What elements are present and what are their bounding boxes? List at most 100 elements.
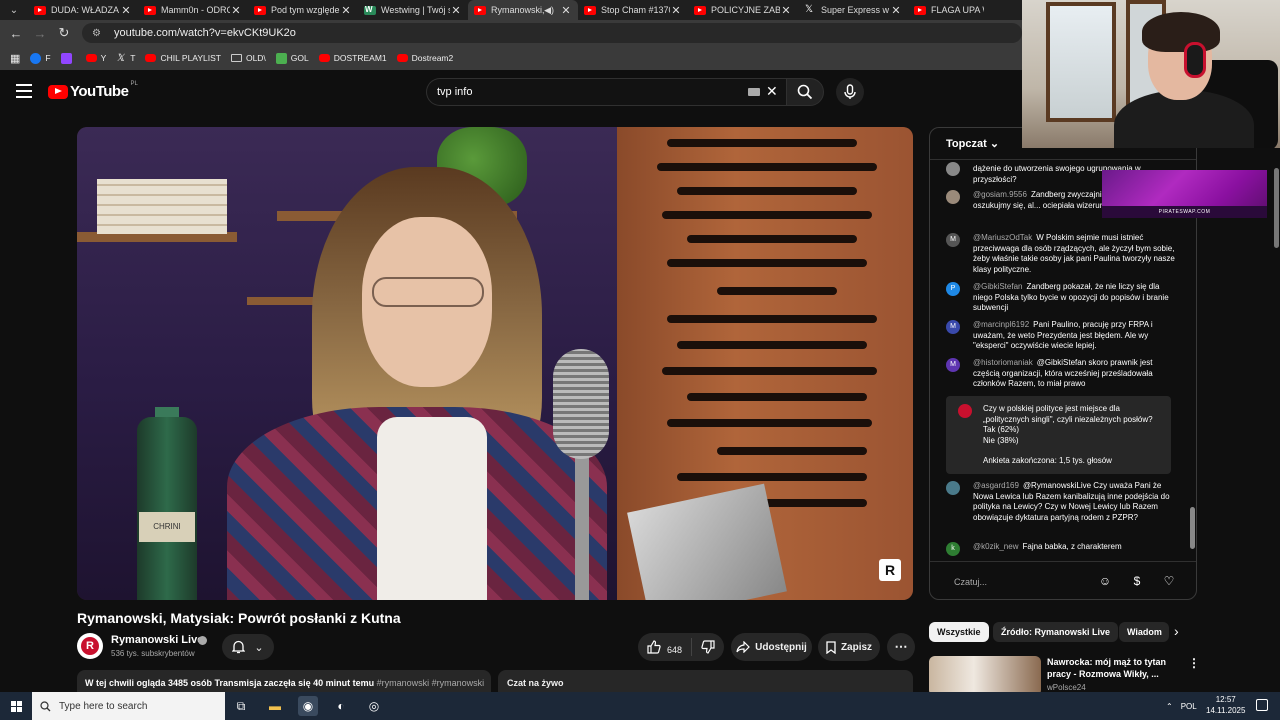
file-explorer-icon[interactable]: ▬ xyxy=(265,696,285,716)
chrome-icon[interactable]: ◉ xyxy=(298,696,318,716)
close-icon[interactable]: ✕ xyxy=(230,4,242,17)
bookmark-dostream2[interactable]: Dostream2 xyxy=(396,53,454,63)
sponsor-banner: PIRATESWAP.COM xyxy=(1102,170,1267,218)
obs-icon[interactable]: ◎ xyxy=(364,696,384,716)
chat-author[interactable]: @historiomaniak xyxy=(973,358,1033,367)
back-arrow-icon[interactable]: ← xyxy=(4,26,28,41)
chat-author[interactable]: @marcinpl6192 xyxy=(973,320,1029,329)
share-button[interactable]: Udostępnij xyxy=(731,633,812,661)
speaker-icon[interactable]: ◀) xyxy=(544,5,554,16)
close-icon[interactable]: ✕ xyxy=(560,4,572,17)
forward-arrow-icon[interactable]: → xyxy=(28,26,52,41)
youtube-icon xyxy=(34,5,46,15)
save-button[interactable]: Zapisz xyxy=(818,633,880,661)
chat-author[interactable]: @gosiam.9556 xyxy=(973,190,1027,199)
youtube-logo[interactable]: YouTube PL xyxy=(48,81,138,100)
browser-tab[interactable]: Super Express w s✕ xyxy=(798,0,908,20)
more-vertical-icon[interactable]: ⋮ xyxy=(1188,656,1200,670)
chat-input[interactable]: Czatuj... xyxy=(942,571,1092,593)
page-scroll-thumb[interactable] xyxy=(1274,168,1279,248)
site-info-icon[interactable]: ⚙ xyxy=(92,28,106,39)
folder-icon xyxy=(230,54,242,62)
bookmark-old[interactable]: OLD\ xyxy=(230,53,266,63)
browser-tab[interactable]: POLICYJNE ZABEZ✕ xyxy=(688,0,798,20)
chip-all[interactable]: Wszystkie xyxy=(929,622,989,642)
close-icon[interactable]: ✕ xyxy=(670,4,682,17)
chevron-right-icon[interactable]: › xyxy=(1174,623,1179,639)
search-button[interactable] xyxy=(786,78,824,106)
bookmark-y[interactable]: Y xyxy=(85,53,106,63)
related-video-title[interactable]: Nawrocka: mój mąż to tytan pracy - Rozmo… xyxy=(1047,656,1177,680)
url-field[interactable]: ⚙ youtube.com/watch?v=ekvCKt9UK2o xyxy=(82,23,1022,43)
close-icon[interactable]: ✕ xyxy=(120,4,132,17)
dislike-button[interactable] xyxy=(692,640,724,654)
emoji-icon[interactable]: ☺ xyxy=(1097,573,1113,589)
chat-message-text: Fajna babka, z charakterem xyxy=(1022,542,1122,551)
chat-author[interactable]: @GibkiStefan xyxy=(973,282,1022,291)
close-icon[interactable]: ✕ xyxy=(780,4,792,17)
channel-avatar[interactable]: R xyxy=(77,633,103,659)
super-chat-icon[interactable]: $ xyxy=(1129,573,1145,589)
close-icon[interactable]: ✕ xyxy=(890,4,902,17)
clock[interactable]: 12:57 14.11.2025 xyxy=(1206,694,1245,716)
task-view-icon[interactable]: ⧉ xyxy=(231,696,251,716)
page-scrollbar[interactable] xyxy=(1273,148,1280,698)
tab-search-dropdown[interactable]: ⌄ xyxy=(0,0,28,20)
address-bar-row: ← → ↻ ⚙ youtube.com/watch?v=ekvCKt9UK2o xyxy=(0,20,1022,46)
thumbs-up-icon xyxy=(647,640,661,654)
language-indicator[interactable]: POL xyxy=(1181,702,1197,711)
related-video-channel[interactable]: wPolsce24 xyxy=(1047,683,1086,692)
bookmark-f[interactable]: F xyxy=(30,52,51,64)
chip-news[interactable]: Wiadom xyxy=(1119,622,1169,642)
chip-source[interactable]: Źródło: Rymanowski Live xyxy=(993,622,1119,642)
voice-search-button[interactable] xyxy=(836,78,864,106)
like-button[interactable]: 648 xyxy=(638,638,692,656)
heart-icon[interactable]: ♡ xyxy=(1161,573,1177,589)
notification-bell-button[interactable]: ⌄ xyxy=(222,634,274,660)
chat-scrollbar[interactable] xyxy=(1189,162,1196,560)
related-video-thumbnail[interactable] xyxy=(929,656,1041,696)
bookmark-gol[interactable]: GOL xyxy=(275,52,309,64)
books xyxy=(97,179,227,234)
chat-author[interactable]: @MariuszOdTak xyxy=(973,233,1032,242)
youtube-icon xyxy=(914,5,926,15)
close-icon[interactable]: ✕ xyxy=(340,4,352,17)
keyboard-icon[interactable] xyxy=(748,88,760,96)
search-input[interactable]: tvp info xyxy=(426,78,786,106)
more-options-button[interactable]: ⋯ xyxy=(887,633,915,661)
browser-tab-active[interactable]: Rymanowski, ◀) ✕ xyxy=(468,0,578,20)
bookmark-label: Dostream2 xyxy=(411,53,454,63)
search-icon xyxy=(40,700,51,711)
clear-search-icon[interactable]: ✕ xyxy=(766,83,778,100)
browser-tab[interactable]: Stop Cham #1370 ✕ xyxy=(578,0,688,20)
browser-tab[interactable]: Westwing | Twój s✕ xyxy=(358,0,468,20)
browser-tab[interactable]: Mamm0n - ODRC ✕ xyxy=(138,0,248,20)
bookmark-twitch[interactable] xyxy=(60,52,76,64)
bookmark-t[interactable]: 𝕏T xyxy=(116,53,135,64)
apps-grid-icon[interactable]: ▦ xyxy=(10,52,20,65)
reload-icon[interactable]: ↻ xyxy=(52,25,76,41)
chat-author[interactable]: @k0zik_new xyxy=(973,542,1018,551)
browser-tab[interactable]: FLAGA UPA W WA xyxy=(908,0,990,20)
chat-author[interactable]: @asgard169 xyxy=(973,481,1019,490)
notification-icon[interactable] xyxy=(1256,699,1268,711)
discord-icon[interactable]: ◐ xyxy=(331,696,351,716)
bookmark-dostream1[interactable]: DOSTREAM1 xyxy=(318,53,387,63)
bookmark-chil-playlist[interactable]: CHIL PLAYLIST xyxy=(145,53,221,63)
channel-watermark[interactable]: R xyxy=(879,559,901,581)
start-button[interactable] xyxy=(0,692,32,720)
chat-scroll-thumb[interactable] xyxy=(1190,507,1195,549)
westwing-icon xyxy=(364,5,376,15)
browser-tab[interactable]: DUDA: WŁADZA C ✕ xyxy=(28,0,138,20)
chat-mode-dropdown[interactable]: Topczat ⌄ xyxy=(946,137,999,150)
user-avatar: M xyxy=(946,358,960,372)
user-avatar: M xyxy=(946,233,960,247)
taskbar-search[interactable]: Type here to search xyxy=(32,692,225,720)
close-icon[interactable]: ✕ xyxy=(450,4,462,17)
channel-name[interactable]: Rymanowski Live xyxy=(111,634,203,646)
chevron-up-icon[interactable]: ⌃ xyxy=(1166,702,1173,711)
browser-tab[interactable]: Pod tym względe ✕ xyxy=(248,0,358,20)
menu-icon[interactable] xyxy=(16,84,32,98)
video-player[interactable]: CHRINI R xyxy=(77,127,913,600)
description-tags[interactable]: #rymanowski #rymanowski xyxy=(377,678,485,688)
